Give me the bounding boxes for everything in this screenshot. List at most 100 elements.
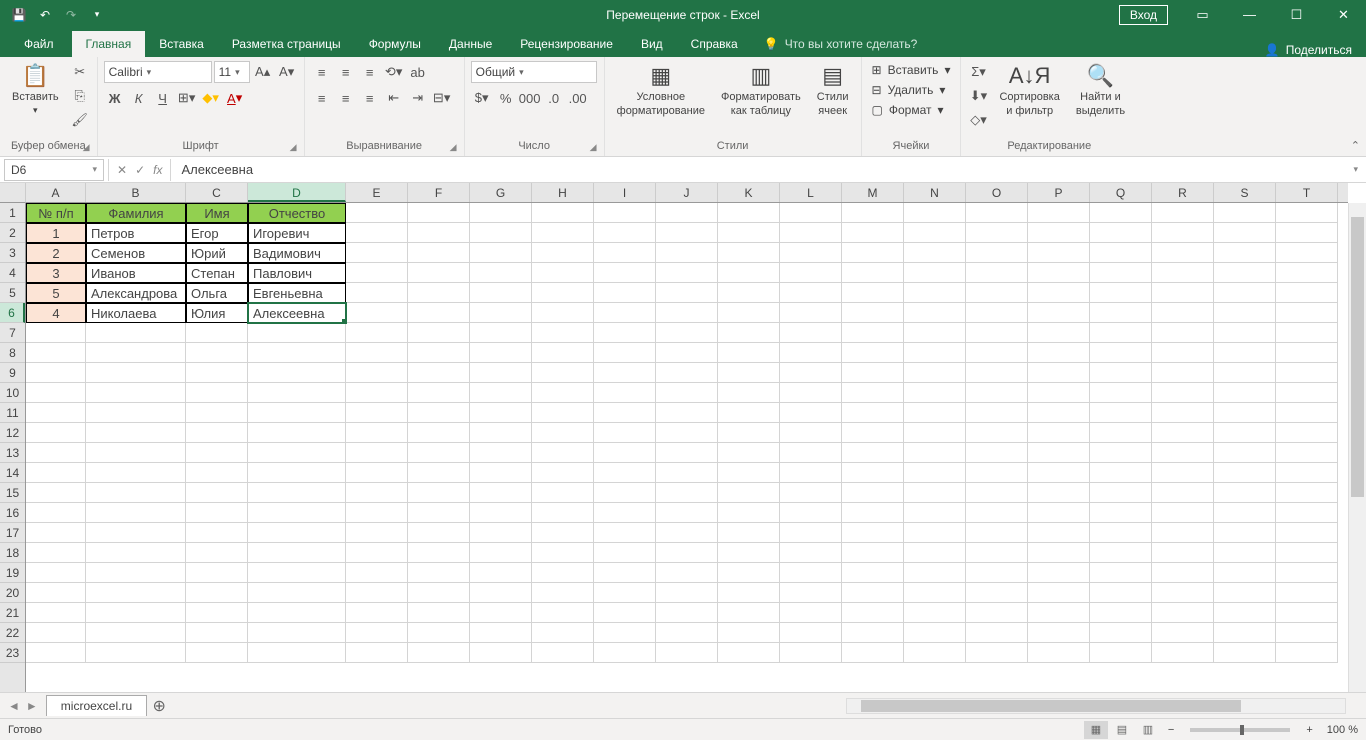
cell[interactable] (780, 203, 842, 223)
cell[interactable] (1090, 483, 1152, 503)
cell[interactable] (966, 343, 1028, 363)
cell[interactable] (1152, 583, 1214, 603)
cell[interactable] (780, 463, 842, 483)
cell[interactable] (470, 463, 532, 483)
cell[interactable] (594, 423, 656, 443)
cell[interactable] (718, 383, 780, 403)
share-button[interactable]: 👤 Поделиться (1265, 43, 1366, 57)
cell[interactable] (1276, 503, 1338, 523)
cell[interactable] (346, 423, 408, 443)
maximize-icon[interactable]: ☐ (1274, 0, 1319, 29)
cell[interactable] (1090, 423, 1152, 443)
cell[interactable] (86, 583, 186, 603)
cell[interactable] (594, 383, 656, 403)
cell[interactable] (904, 243, 966, 263)
cells-area[interactable]: № п/пФамилияИмяОтчество1ПетровЕгорИгорев… (26, 203, 1348, 692)
column-header[interactable]: M (842, 183, 904, 202)
cell[interactable] (594, 523, 656, 543)
cell[interactable] (26, 543, 86, 563)
cell[interactable] (346, 363, 408, 383)
cell[interactable] (842, 623, 904, 643)
cell[interactable] (408, 423, 470, 443)
cell[interactable] (470, 583, 532, 603)
cell[interactable] (1276, 643, 1338, 663)
percent-icon[interactable]: % (495, 87, 517, 109)
cell[interactable] (532, 323, 594, 343)
cell[interactable] (408, 583, 470, 603)
cell[interactable] (1028, 643, 1090, 663)
cell[interactable]: Юрий (186, 243, 248, 263)
cell[interactable]: Имя (186, 203, 248, 223)
cell[interactable] (470, 243, 532, 263)
cell[interactable] (780, 563, 842, 583)
cell[interactable] (26, 423, 86, 443)
cell[interactable] (532, 603, 594, 623)
cell[interactable] (1090, 643, 1152, 663)
column-header[interactable]: H (532, 183, 594, 202)
cell[interactable] (1214, 363, 1276, 383)
cell[interactable] (1090, 463, 1152, 483)
tab-вид[interactable]: Вид (627, 31, 677, 57)
cell[interactable] (86, 503, 186, 523)
fx-icon[interactable]: fx (153, 163, 162, 177)
cell[interactable] (1028, 343, 1090, 363)
cell[interactable] (904, 423, 966, 443)
cell[interactable] (408, 503, 470, 523)
cell[interactable] (186, 643, 248, 663)
cell[interactable] (346, 243, 408, 263)
cell[interactable] (842, 483, 904, 503)
cell[interactable] (186, 323, 248, 343)
cell[interactable] (26, 403, 86, 423)
row-header[interactable]: 10 (0, 383, 25, 403)
row-header[interactable]: 4 (0, 263, 25, 283)
cell[interactable] (1276, 583, 1338, 603)
cell[interactable] (1028, 323, 1090, 343)
cell[interactable] (1028, 523, 1090, 543)
cell[interactable]: Ольга (186, 283, 248, 303)
copy-icon[interactable]: ⎘ (69, 85, 91, 107)
cell[interactable] (1152, 223, 1214, 243)
cell[interactable] (594, 543, 656, 563)
normal-view-icon[interactable]: ▦ (1084, 721, 1108, 739)
cell[interactable] (86, 383, 186, 403)
cell[interactable] (248, 463, 346, 483)
cell[interactable] (1090, 503, 1152, 523)
cell[interactable] (842, 283, 904, 303)
cell[interactable] (248, 383, 346, 403)
cell[interactable] (248, 363, 346, 383)
cell[interactable] (1214, 483, 1276, 503)
cell[interactable] (594, 463, 656, 483)
align-center-icon[interactable]: ≡ (335, 87, 357, 109)
cell[interactable] (86, 563, 186, 583)
cell[interactable] (718, 363, 780, 383)
cell[interactable] (718, 323, 780, 343)
cell[interactable] (470, 643, 532, 663)
cell[interactable] (966, 603, 1028, 623)
cell[interactable] (470, 343, 532, 363)
row-header[interactable]: 8 (0, 343, 25, 363)
cell[interactable] (86, 363, 186, 383)
align-middle-icon[interactable]: ≡ (335, 61, 357, 83)
cell[interactable] (532, 343, 594, 363)
cell[interactable] (532, 263, 594, 283)
cell[interactable] (532, 523, 594, 543)
cell[interactable] (966, 243, 1028, 263)
cell[interactable] (532, 543, 594, 563)
cell[interactable] (470, 563, 532, 583)
cell[interactable] (470, 363, 532, 383)
cell[interactable] (718, 603, 780, 623)
column-header[interactable]: D (248, 183, 346, 202)
cell[interactable] (1028, 543, 1090, 563)
cell[interactable] (1214, 403, 1276, 423)
cell[interactable] (966, 363, 1028, 383)
cell[interactable] (1276, 363, 1338, 383)
cell[interactable] (842, 643, 904, 663)
cell[interactable] (1028, 363, 1090, 383)
cell[interactable] (1214, 523, 1276, 543)
cell[interactable] (656, 423, 718, 443)
cell[interactable] (470, 423, 532, 443)
cell[interactable] (594, 203, 656, 223)
cell[interactable] (966, 403, 1028, 423)
cell[interactable] (346, 263, 408, 283)
row-header[interactable]: 9 (0, 363, 25, 383)
